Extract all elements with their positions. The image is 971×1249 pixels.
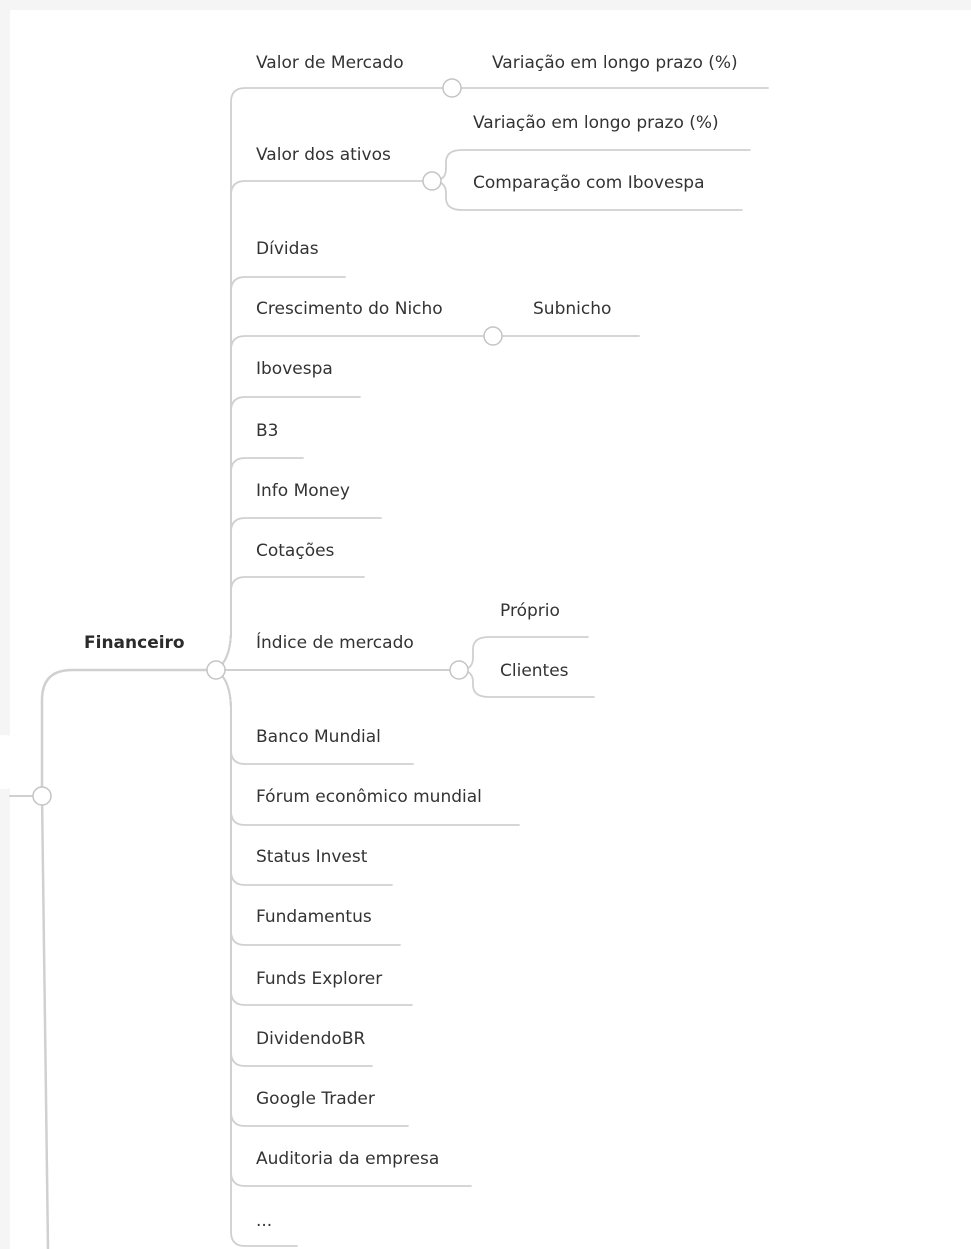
- collapse-toggle-node[interactable]: [483, 326, 503, 346]
- collapse-toggle-node[interactable]: [449, 660, 469, 680]
- mindmap: Financeiro Valor de Mercado Variação em lo…: [0, 0, 971, 1249]
- collapse-toggle-node[interactable]: [422, 171, 442, 191]
- node-layer: [32, 78, 503, 806]
- branch-hub-node[interactable]: [206, 660, 226, 680]
- collapse-toggle-node[interactable]: [442, 78, 462, 98]
- root-hub-node[interactable]: [32, 786, 52, 806]
